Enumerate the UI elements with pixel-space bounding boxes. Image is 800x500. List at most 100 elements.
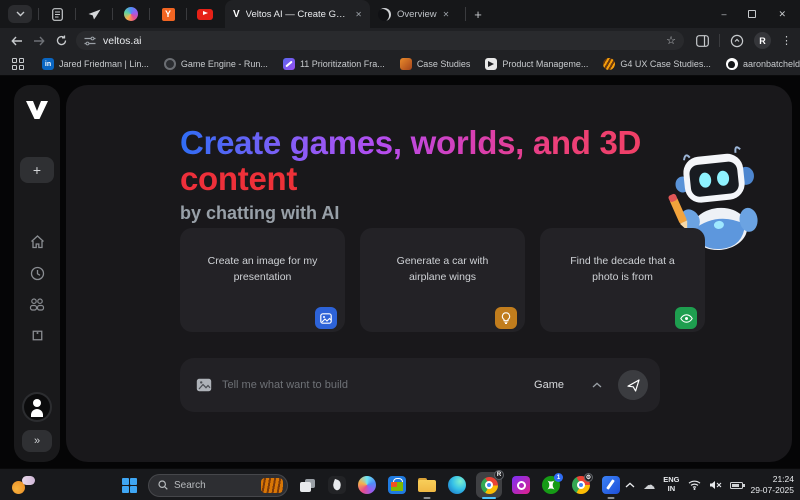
history-icon[interactable]: [30, 266, 45, 281]
browser-menu-button[interactable]: ⋮: [781, 34, 792, 47]
arrow-left-icon: [11, 36, 23, 46]
onedrive-cloud-icon[interactable]: ☁: [643, 479, 655, 491]
user-avatar[interactable]: [24, 394, 50, 420]
bookmark-item[interactable]: in Jared Friedman | Lin...: [42, 58, 149, 70]
mode-label: Game: [534, 379, 564, 391]
bookmark-item[interactable]: 11 Prioritization Fra...: [283, 58, 385, 70]
tab-overview[interactable]: Overview ✕: [370, 0, 457, 28]
search-input[interactable]: [174, 480, 261, 491]
volume-muted-icon[interactable]: [709, 480, 722, 490]
divider: [186, 8, 187, 20]
paper-plane-icon: [88, 9, 101, 20]
app-icon-chrome-active[interactable]: R: [476, 471, 502, 499]
eye-icon: [675, 307, 697, 329]
new-project-button[interactable]: +: [20, 157, 54, 183]
prompt-composer: Game: [180, 358, 660, 412]
page-subtitle: by chatting with AI: [180, 203, 680, 224]
folder-icon: [418, 478, 436, 492]
task-view-button[interactable]: [296, 471, 318, 499]
browser-essentials-icon[interactable]: [730, 34, 744, 48]
divider: [465, 7, 466, 21]
minimize-button[interactable]: –: [721, 9, 726, 19]
gear-badge: ⚙: [584, 473, 593, 482]
app-sidebar: + »: [14, 85, 60, 462]
taskbar-search[interactable]: [148, 474, 288, 497]
forward-button[interactable]: [28, 36, 50, 46]
app-icon-notes[interactable]: [326, 471, 348, 499]
apps-grid-icon[interactable]: [12, 58, 24, 70]
windows-taskbar: R 1 ⚙ ☁ ENG IN: [0, 468, 800, 500]
new-tab-button[interactable]: +: [474, 7, 482, 22]
tab-veltos[interactable]: V Veltos AI — Create Games & 3... ✕: [225, 0, 370, 28]
chevron-down-icon: [16, 11, 25, 17]
wifi-icon[interactable]: [688, 480, 701, 490]
mode-selector[interactable]: Game: [534, 379, 602, 391]
leaf-app-icon: [328, 476, 346, 494]
app-icon-edge[interactable]: [446, 471, 468, 499]
veltos-logo: [24, 99, 50, 121]
close-tab-icon[interactable]: ✕: [443, 10, 450, 19]
close-tab-icon[interactable]: ✕: [355, 10, 362, 19]
tab-search-button[interactable]: [8, 5, 32, 23]
bookmark-item[interactable]: Product Manageme...: [485, 58, 588, 70]
tag-icon[interactable]: [30, 328, 45, 343]
running-indicator: [608, 497, 615, 499]
chevron-up-icon: [592, 382, 602, 388]
taskbar-clock[interactable]: 21:24 29-07-2025: [751, 474, 794, 496]
language-indicator[interactable]: ENG IN: [663, 476, 679, 493]
bookmark-item[interactable]: aaronbatchelder/pr...: [726, 58, 800, 70]
weather-widget-icon[interactable]: [10, 476, 36, 494]
running-indicator: [424, 497, 431, 499]
clipchamp-icon: [512, 476, 530, 494]
app-icon-clipchamp[interactable]: [510, 471, 532, 499]
community-icon[interactable]: [29, 298, 45, 311]
chrome-profile-badge: R: [494, 470, 504, 480]
app-icon-designer[interactable]: [600, 471, 622, 499]
suggestion-card-image[interactable]: Create an image for my presentation: [180, 228, 345, 332]
start-button[interactable]: [118, 471, 140, 499]
reload-button[interactable]: [50, 35, 72, 46]
divider: [38, 8, 39, 20]
sidebar-nav: [29, 235, 45, 343]
pinned-tab-youtube[interactable]: [195, 4, 215, 24]
linkedin-icon: in: [42, 58, 54, 70]
system-tray: ☁ ENG IN 21:24 29-07-2025: [625, 469, 794, 500]
pinned-tab-notes[interactable]: [47, 4, 67, 24]
paint-brush-app-icon: [602, 476, 620, 494]
home-icon[interactable]: [30, 235, 45, 249]
pinned-tab-hackernews[interactable]: Y: [158, 4, 178, 24]
attach-image-icon[interactable]: [196, 378, 212, 392]
active-window-indicator: [482, 497, 496, 499]
browser-tab-strip: Y V Veltos AI — Create Games & 3... ✕ Ov…: [0, 0, 800, 28]
bookmark-star-icon[interactable]: ☆: [666, 34, 676, 47]
app-icon-file-explorer[interactable]: [416, 471, 438, 499]
reload-icon: [56, 35, 67, 46]
send-button[interactable]: [618, 370, 648, 400]
app-icon-store[interactable]: [386, 471, 408, 499]
suggestion-cards: Create an image for my presentation Gene…: [180, 228, 705, 332]
app-icon-xbox[interactable]: 1: [540, 471, 562, 499]
close-window-button[interactable]: ✕: [778, 9, 786, 20]
tray-chevron-up-icon[interactable]: [625, 482, 635, 488]
app-icon-copilot[interactable]: [356, 471, 378, 499]
bookmark-item[interactable]: G4 UX Case Studies...: [603, 58, 711, 70]
address-bar[interactable]: veltos.ai ☆: [76, 31, 684, 50]
send-icon: [627, 379, 640, 392]
prompt-input[interactable]: [222, 379, 534, 391]
battery-icon[interactable]: [730, 482, 743, 489]
pinned-tab-share[interactable]: [84, 4, 104, 24]
restore-button[interactable]: [748, 10, 756, 18]
bookmark-item[interactable]: Game Engine - Run...: [164, 58, 268, 70]
expand-sidebar-button[interactable]: »: [22, 430, 52, 452]
pinned-tab-copilot[interactable]: [121, 4, 141, 24]
app-icon-chrome-secondary[interactable]: ⚙: [570, 471, 592, 499]
tab-title: Overview: [397, 9, 437, 20]
profile-avatar[interactable]: R: [754, 32, 771, 49]
side-panel-icon[interactable]: [696, 35, 709, 47]
bookmark-item[interactable]: Case Studies: [400, 58, 471, 70]
suggestion-card-find[interactable]: Find the decade that a photo is from: [540, 228, 705, 332]
suggestion-card-generate[interactable]: Generate a car with airplane wings: [360, 228, 525, 332]
toolbar-actions: R ⋮: [696, 32, 792, 49]
tab-title: Veltos AI — Create Games & 3...: [246, 9, 350, 20]
back-button[interactable]: [6, 36, 28, 46]
